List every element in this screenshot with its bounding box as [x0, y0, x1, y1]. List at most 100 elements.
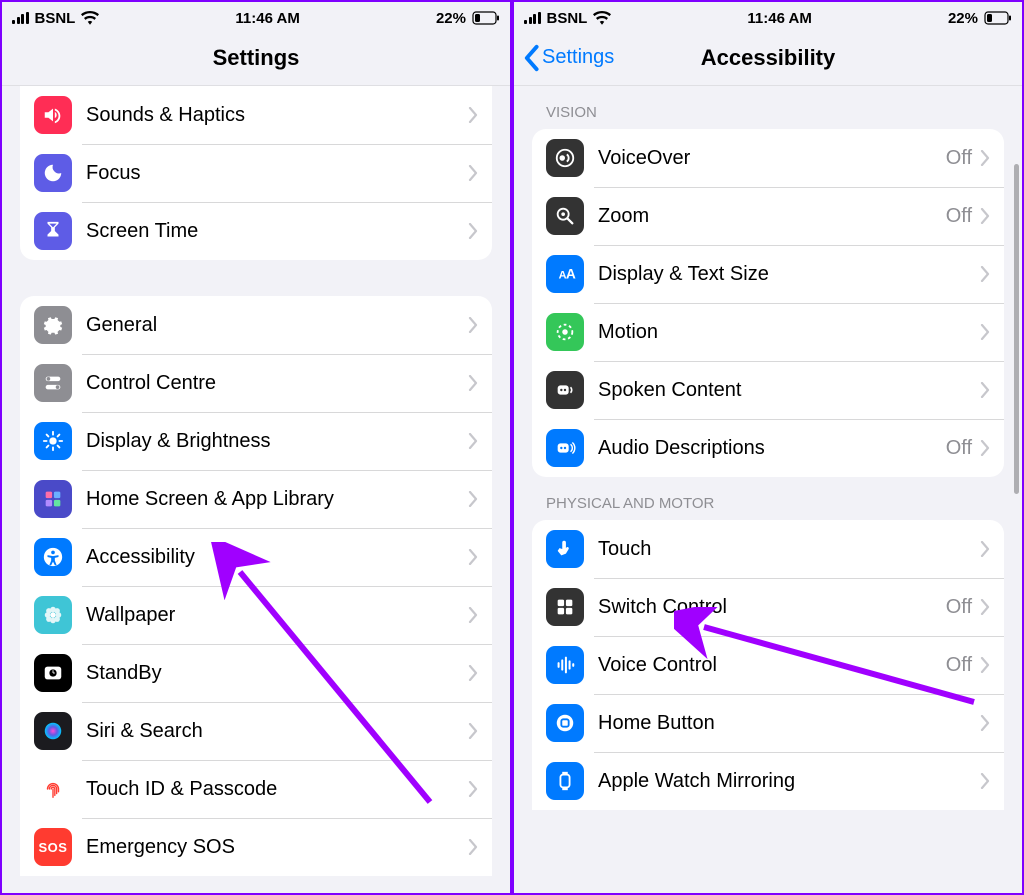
row-siri-search[interactable]: Siri & Search — [20, 702, 492, 760]
chevron-right-icon — [468, 665, 478, 681]
row-display-text-size[interactable]: AADisplay & Text Size — [532, 245, 1004, 303]
accessibility-content[interactable]: VISION VoiceOverOffZoomOffAADisplay & Te… — [514, 86, 1022, 895]
row-label: Touch — [598, 538, 980, 561]
spoken-icon — [546, 371, 584, 409]
chevron-right-icon — [468, 165, 478, 181]
row-label: Motion — [598, 321, 980, 344]
row-value: Off — [946, 205, 972, 228]
gear-icon — [34, 306, 72, 344]
motion-icon — [546, 313, 584, 351]
chevron-right-icon — [468, 491, 478, 507]
back-button[interactable]: Settings — [522, 44, 614, 72]
row-label: Zoom — [598, 205, 946, 228]
row-general[interactable]: General — [20, 296, 492, 354]
row-label: Apple Watch Mirroring — [598, 770, 980, 793]
chevron-right-icon — [980, 266, 990, 282]
chevron-right-icon — [980, 715, 990, 731]
row-value: Off — [946, 437, 972, 460]
touch-icon — [546, 530, 584, 568]
switch-icon — [546, 588, 584, 626]
signal-icon — [524, 12, 541, 24]
chevron-right-icon — [468, 839, 478, 855]
clock-label: 11:46 AM — [747, 10, 811, 27]
chevron-right-icon — [980, 440, 990, 456]
chevron-right-icon — [980, 150, 990, 166]
row-wallpaper[interactable]: Wallpaper — [20, 586, 492, 644]
accessibility-icon — [34, 538, 72, 576]
row-label: General — [86, 314, 468, 337]
row-label: Home Button — [598, 712, 980, 735]
row-spoken-content[interactable]: Spoken Content — [532, 361, 1004, 419]
row-apple-watch-mirroring[interactable]: Apple Watch Mirroring — [532, 752, 1004, 810]
voiceover-icon — [546, 139, 584, 177]
row-screen-time[interactable]: Screen Time — [20, 202, 492, 260]
settings-group-2: General Control Centre Display & Brightnes… — [20, 296, 492, 876]
row-touch-id-passcode[interactable]: Touch ID & Passcode — [20, 760, 492, 818]
row-label: Emergency SOS — [86, 836, 468, 859]
chevron-right-icon — [468, 607, 478, 623]
voicecontrol-icon — [546, 646, 584, 684]
battery-pct-label: 22% — [948, 10, 978, 27]
wifi-icon — [593, 11, 611, 25]
chevron-right-icon — [980, 324, 990, 340]
section-header-vision: VISION — [514, 86, 1022, 129]
row-label: VoiceOver — [598, 147, 946, 170]
row-accessibility[interactable]: Accessibility — [20, 528, 492, 586]
row-switch-control[interactable]: Switch ControlOff — [532, 578, 1004, 636]
row-zoom[interactable]: ZoomOff — [532, 187, 1004, 245]
watch-icon — [546, 762, 584, 800]
row-voiceover[interactable]: VoiceOverOff — [532, 129, 1004, 187]
row-label: Display & Text Size — [598, 263, 980, 286]
page-title: Settings — [213, 45, 300, 71]
vision-group: VoiceOverOffZoomOffAADisplay & Text Size… — [532, 129, 1004, 477]
settings-content[interactable]: Sounds & HapticsFocus Screen Time General… — [2, 86, 510, 895]
chevron-right-icon — [468, 549, 478, 565]
sos-icon: SOS — [34, 828, 72, 866]
scroll-indicator[interactable] — [1014, 164, 1019, 494]
moon-icon — [34, 154, 72, 192]
chevron-right-icon — [468, 723, 478, 739]
svg-text:A: A — [566, 267, 576, 282]
zoom-icon — [546, 197, 584, 235]
row-label: Audio Descriptions — [598, 437, 946, 460]
row-touch[interactable]: Touch — [532, 520, 1004, 578]
row-display-brightness[interactable]: Display & Brightness — [20, 412, 492, 470]
carrier-label: BSNL — [547, 10, 588, 27]
row-audio-descriptions[interactable]: Audio DescriptionsOff — [532, 419, 1004, 477]
chevron-right-icon — [980, 382, 990, 398]
settings-screen: BSNL 11:46 AM 22% Settings Sounds & Hapt… — [0, 0, 512, 895]
back-label: Settings — [542, 46, 614, 69]
nav-bar: Settings — [2, 30, 510, 86]
row-home-button[interactable]: Home Button — [532, 694, 1004, 752]
fingerprint-icon — [34, 770, 72, 808]
chevron-right-icon — [468, 433, 478, 449]
sun-icon — [34, 422, 72, 460]
row-label: Home Screen & App Library — [86, 488, 468, 511]
row-focus[interactable]: Focus — [20, 144, 492, 202]
chevron-right-icon — [468, 781, 478, 797]
motor-group: Touch Switch ControlOffVoice ControlOff Ho… — [532, 520, 1004, 810]
row-voice-control[interactable]: Voice ControlOff — [532, 636, 1004, 694]
battery-icon — [984, 11, 1012, 25]
chevron-right-icon — [468, 375, 478, 391]
chevron-right-icon — [980, 773, 990, 789]
row-label: Control Centre — [86, 372, 468, 395]
row-label: Touch ID & Passcode — [86, 778, 468, 801]
row-standby[interactable]: StandBy — [20, 644, 492, 702]
battery-icon — [472, 11, 500, 25]
row-label: Screen Time — [86, 220, 468, 243]
clock-icon — [34, 654, 72, 692]
row-value: Off — [946, 147, 972, 170]
row-sounds-haptics[interactable]: Sounds & Haptics — [20, 86, 492, 144]
row-emergency-sos[interactable]: SOS Emergency SOS — [20, 818, 492, 876]
clock-label: 11:46 AM — [235, 10, 299, 27]
chevron-right-icon — [468, 107, 478, 123]
chevron-right-icon — [468, 223, 478, 239]
row-control-centre[interactable]: Control Centre — [20, 354, 492, 412]
row-label: Wallpaper — [86, 604, 468, 627]
flower-icon — [34, 596, 72, 634]
chevron-right-icon — [468, 317, 478, 333]
row-home-screen-app-library[interactable]: Home Screen & App Library — [20, 470, 492, 528]
row-label: Switch Control — [598, 596, 946, 619]
row-motion[interactable]: Motion — [532, 303, 1004, 361]
